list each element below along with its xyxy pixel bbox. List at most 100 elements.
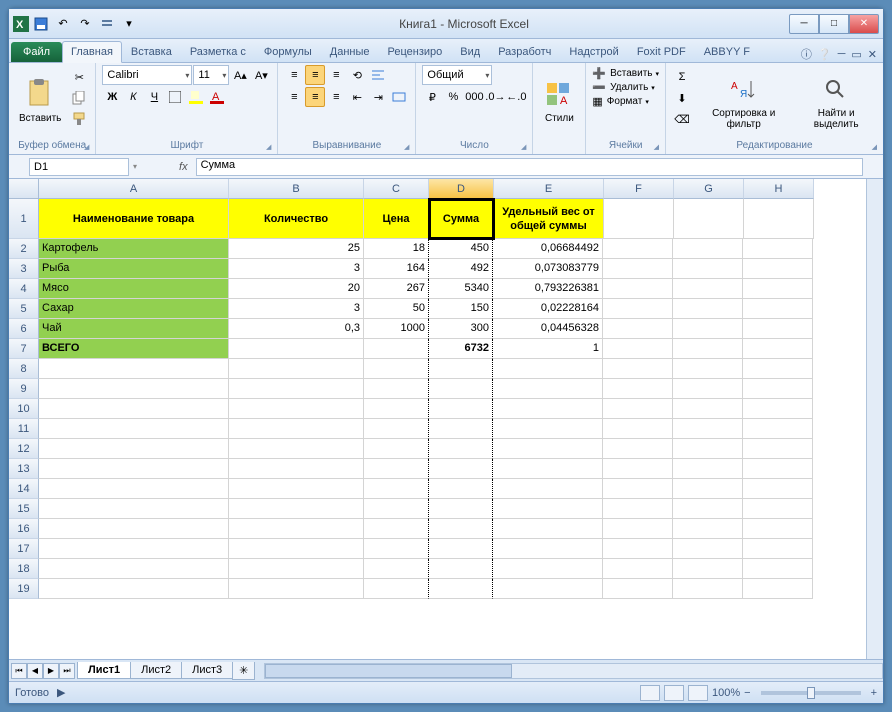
cell[interactable]: [743, 319, 813, 339]
horizontal-scrollbar[interactable]: [264, 663, 883, 679]
cell[interactable]: 20: [229, 279, 364, 299]
align-left-icon[interactable]: ≡: [284, 87, 304, 107]
cell[interactable]: [743, 399, 813, 419]
cell[interactable]: [364, 559, 429, 579]
new-sheet-button[interactable]: ✳: [232, 662, 255, 680]
cell[interactable]: [428, 519, 493, 539]
cell[interactable]: [493, 399, 603, 419]
align-top-icon[interactable]: ≡: [284, 65, 304, 85]
underline-button[interactable]: Ч: [144, 87, 164, 107]
cell[interactable]: [673, 459, 743, 479]
tab-nav-last-icon[interactable]: ⏭: [59, 663, 75, 679]
cell[interactable]: [673, 439, 743, 459]
fx-icon[interactable]: fx: [171, 161, 196, 173]
sheet-tab[interactable]: Лист1: [77, 662, 131, 679]
cell[interactable]: [603, 479, 673, 499]
autosum-icon[interactable]: Σ: [672, 67, 692, 87]
align-right-icon[interactable]: ≡: [326, 87, 346, 107]
cell[interactable]: [364, 519, 429, 539]
cell[interactable]: Чай: [39, 319, 229, 339]
tab-data[interactable]: Данные: [321, 41, 379, 62]
cell[interactable]: [493, 419, 603, 439]
cell[interactable]: [39, 359, 229, 379]
cell[interactable]: [673, 499, 743, 519]
zoom-level[interactable]: 100%: [712, 687, 740, 699]
cell[interactable]: 18: [364, 239, 429, 259]
cell[interactable]: 0,073083779: [493, 259, 603, 279]
cell[interactable]: 492: [428, 259, 493, 279]
row-header[interactable]: 12: [9, 439, 39, 459]
sort-filter-button[interactable]: АЯ Сортировка и фильтр: [696, 65, 791, 138]
tab-formulas[interactable]: Формулы: [255, 41, 321, 62]
cell[interactable]: Картофель: [39, 239, 229, 259]
view-normal-icon[interactable]: [640, 685, 660, 701]
cell[interactable]: [743, 579, 813, 599]
cell[interactable]: 1: [493, 339, 603, 359]
qat-icon[interactable]: [97, 14, 117, 34]
cell[interactable]: [603, 539, 673, 559]
col-header[interactable]: F: [604, 179, 674, 199]
cell[interactable]: [604, 199, 674, 239]
paste-button[interactable]: Вставить: [15, 65, 65, 138]
select-all-corner[interactable]: [9, 179, 39, 199]
cell[interactable]: [603, 259, 673, 279]
cell[interactable]: [229, 479, 364, 499]
col-header[interactable]: D: [429, 179, 494, 199]
col-header[interactable]: B: [229, 179, 364, 199]
cell[interactable]: [603, 499, 673, 519]
macro-record-icon[interactable]: ▶: [57, 686, 65, 699]
cell[interactable]: 0,06684492: [493, 239, 603, 259]
row-header[interactable]: 4: [9, 279, 39, 299]
cell[interactable]: 150: [428, 299, 493, 319]
dec-decimal-icon[interactable]: ←.0: [506, 87, 526, 107]
row-header[interactable]: 14: [9, 479, 39, 499]
cell[interactable]: [673, 359, 743, 379]
cell[interactable]: [743, 439, 813, 459]
align-bottom-icon[interactable]: ≡: [326, 65, 346, 85]
number-format-combo[interactable]: Общий: [422, 65, 492, 85]
cell[interactable]: [603, 399, 673, 419]
save-icon[interactable]: [31, 14, 51, 34]
cell[interactable]: [364, 439, 429, 459]
view-pagebreak-icon[interactable]: [688, 685, 708, 701]
cell[interactable]: [364, 499, 429, 519]
cell[interactable]: [673, 519, 743, 539]
cell[interactable]: [428, 499, 493, 519]
cell[interactable]: [493, 439, 603, 459]
zoom-slider[interactable]: [761, 691, 861, 695]
cell[interactable]: [39, 519, 229, 539]
cell[interactable]: [743, 479, 813, 499]
cell[interactable]: [673, 419, 743, 439]
col-header[interactable]: C: [364, 179, 429, 199]
row-header[interactable]: 17: [9, 539, 39, 559]
cell[interactable]: [39, 559, 229, 579]
active-cell[interactable]: Сумма: [429, 199, 494, 239]
cell[interactable]: [229, 579, 364, 599]
help-icon[interactable]: ❔: [818, 48, 832, 61]
cell[interactable]: [493, 559, 603, 579]
cell[interactable]: [364, 379, 429, 399]
cell[interactable]: [603, 359, 673, 379]
tab-nav-prev-icon[interactable]: ◀: [27, 663, 43, 679]
cell[interactable]: 300: [428, 319, 493, 339]
row-header[interactable]: 16: [9, 519, 39, 539]
doc-restore-icon[interactable]: ▭: [851, 48, 861, 61]
close-button[interactable]: ✕: [849, 14, 879, 34]
tab-insert[interactable]: Вставка: [122, 41, 181, 62]
cell[interactable]: 0,02228164: [493, 299, 603, 319]
cell[interactable]: [229, 399, 364, 419]
tab-addins[interactable]: Надстрой: [560, 41, 627, 62]
cell[interactable]: [493, 359, 603, 379]
cell[interactable]: 6732: [428, 339, 493, 359]
cell[interactable]: [744, 199, 814, 239]
wrap-text-icon[interactable]: [368, 65, 388, 85]
cell[interactable]: [364, 399, 429, 419]
maximize-button[interactable]: □: [819, 14, 849, 34]
cell[interactable]: [428, 359, 493, 379]
cell[interactable]: [743, 339, 813, 359]
cell[interactable]: [603, 319, 673, 339]
cell[interactable]: [743, 239, 813, 259]
cell[interactable]: [743, 519, 813, 539]
file-tab[interactable]: Файл: [11, 42, 62, 62]
cell[interactable]: [673, 559, 743, 579]
